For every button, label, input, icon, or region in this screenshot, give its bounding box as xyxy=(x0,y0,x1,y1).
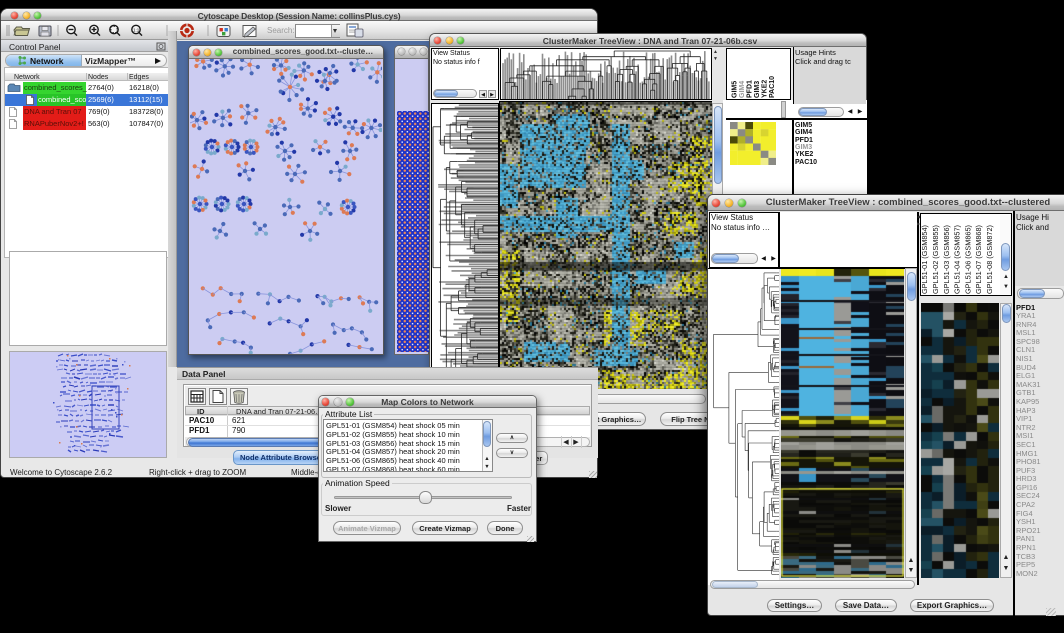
svg-text:PAC10: PAC10 xyxy=(769,76,776,98)
svg-text:GPL51-07 (GSM868): GPL51-07 (GSM868) xyxy=(974,225,983,294)
svg-text:GPL51-03 (GSM856): GPL51-03 (GSM856) xyxy=(942,225,951,294)
svg-text:GPL51-01 (GSM854): GPL51-01 (GSM854) xyxy=(920,225,929,294)
svg-text:GIM3: GIM3 xyxy=(754,81,761,98)
svg-text:GIM5: GIM5 xyxy=(732,81,739,98)
svg-text:PFD1: PFD1 xyxy=(747,80,754,98)
svg-text:GPL51-06 (GSM865): GPL51-06 (GSM865) xyxy=(963,225,972,294)
svg-text:1:1: 1:1 xyxy=(133,28,140,33)
svg-text:YKE2: YKE2 xyxy=(762,80,769,98)
svg-text:GPL51-04 (GSM857): GPL51-04 (GSM857) xyxy=(953,225,962,294)
svg-text:GPL51-08 (GSM872): GPL51-08 (GSM872) xyxy=(985,225,994,294)
svg-text:GIM4: GIM4 xyxy=(739,81,746,98)
svg-text:GPL51-02 (GSM855): GPL51-02 (GSM855) xyxy=(931,225,940,294)
